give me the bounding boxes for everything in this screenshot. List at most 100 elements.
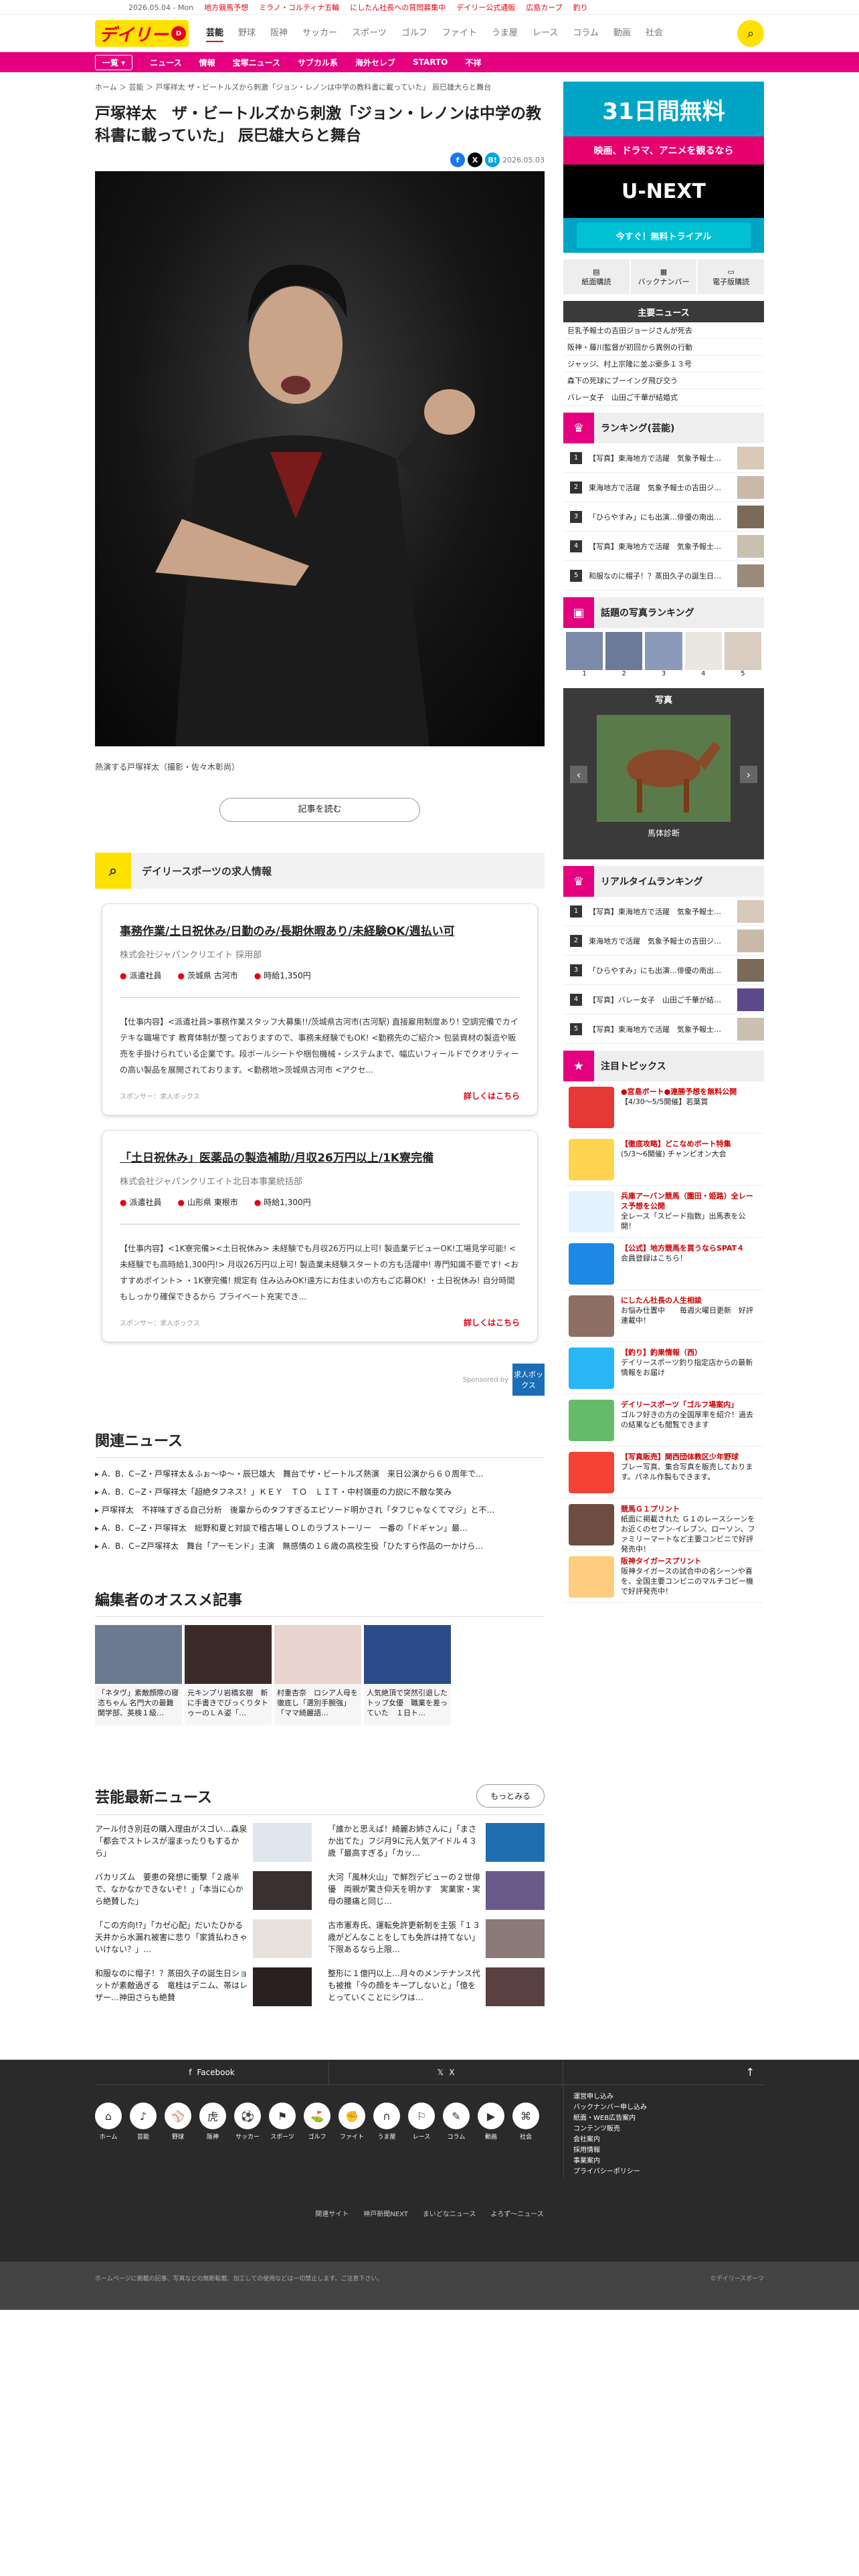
ranking-item[interactable]: 1 【写真】東海地方で活躍 気象予報士… <box>563 443 764 473</box>
nav-item-baseball[interactable]: 野球 <box>238 25 256 42</box>
read-article-button[interactable]: 記事を読む <box>219 798 420 822</box>
related-item[interactable]: 戸塚祥太 不祥味すぎる自己分析 後輩からのタフすぎるエピソード明かされ「タフじゃ… <box>95 1501 545 1519</box>
x-link[interactable]: 𝕏X <box>329 2060 563 2084</box>
osusume-item[interactable]: 元キンプリ岩橋玄樹 新に手書きでびっくりタトゥーのＬＡ姿「… <box>185 1625 272 1725</box>
photo-rank-item[interactable]: 2 <box>605 632 643 677</box>
footer-cat-home[interactable]: ⌂ ホーム <box>95 2103 122 2177</box>
realtime-item[interactable]: 5 【写真】東海地方で活躍 気象予報士… <box>563 1014 764 1044</box>
nav-item-video[interactable]: 動画 <box>613 25 631 42</box>
news-item[interactable]: 古市憲寿氏、運転免許更新制を主張「１３歳がどんなことをしても免許は持てない」下限… <box>328 1919 545 1958</box>
topic-item[interactable]: 【釣り】釣果情報（西） デイリースポーツ釣り指定店からの最新情報をお届け <box>563 1342 764 1394</box>
news-item[interactable]: バカリズム 要患の発想に衝撃「２歳半で、なかなかできないぞ！」「本当に心から絶賛… <box>95 1871 312 1910</box>
subnav-item[interactable]: ニュース <box>150 57 181 68</box>
news-item[interactable]: 「この方向!?」「カゼ心配」だいたひかる 天井から水漏れ被害に悲り「家賃払わきゃ… <box>95 1919 312 1958</box>
top-link[interactable]: ミラノ・コルティナ五輪 <box>259 2 339 13</box>
nav-item-society[interactable]: 社会 <box>646 25 663 42</box>
ranking-item[interactable]: 5 和服なのに帽子！？蒸田久子の誕生日… <box>563 561 764 591</box>
footer-cat-golf[interactable]: ⛳ ゴルフ <box>304 2103 330 2177</box>
unext-ad[interactable]: 31日間無料 映画、ドラマ、アニメを観るなら U-NEXT 今すぐ！無料トライア… <box>563 82 764 253</box>
footer-menu-item[interactable]: 会社案内 <box>573 2135 764 2145</box>
footer-menu-item[interactable]: プライバシーポリシー <box>573 2167 764 2177</box>
ranking-item[interactable]: 2 東海地方で活躍 気象予報士の吉田ジ… <box>563 473 764 502</box>
ranking-item[interactable]: 4 【写真】東海地方で活躍 気象予報士… <box>563 532 764 561</box>
job-title[interactable]: 「土日祝休み」医薬品の製造補助/月収26万円以上/1K寮完備 <box>120 1148 520 1165</box>
news-item[interactable]: 大河「風林火山」で鮮烈デビューの２世俳優 両親が驚き仰天を明かす 実業家・実母の… <box>328 1871 545 1910</box>
next-arrow-icon[interactable]: › <box>740 766 757 783</box>
main-news-item[interactable]: 阪神・藤川監督が初回から異例の行動 <box>563 339 764 356</box>
topic-item[interactable]: 【写真販売】関西団体教区少年野球 プレー写真、集合写真を販売しております。パネル作… <box>563 1446 764 1499</box>
nav-item-umaya[interactable]: うま屋 <box>492 25 518 42</box>
job-card[interactable]: 「土日祝休み」医薬品の製造補助/月収26万円以上/1K寮完備 株式会社ジャパンク… <box>102 1130 538 1342</box>
more-button[interactable]: もっとみる <box>476 1784 545 1808</box>
top-link[interactable]: デイリー公式通販 <box>456 2 515 13</box>
footer-cat-column[interactable]: ✎ コラム <box>443 2103 470 2177</box>
related-item[interactable]: A．B．C−Z戸塚祥太 舞台「アーモンド」主演 無感情の１６歳の高校生役「ひたす… <box>95 1537 545 1555</box>
tab-paper[interactable]: ▤ 紙面購読 <box>563 259 630 294</box>
job-detail-link[interactable]: 詳しくはこちら <box>464 1090 520 1101</box>
subnav-all[interactable]: 一覧 ▾ <box>95 54 133 70</box>
osusume-item[interactable]: 「ネタヴ」素敵顔際の寝恣ちゃん 名門大の最難関学部、英検１級… <box>95 1625 182 1725</box>
main-news-item[interactable]: 森下の死球にブーイング飛び交う <box>563 372 764 389</box>
photo-rank-item[interactable]: 4 <box>684 632 722 677</box>
topic-item[interactable]: にしたん社長の人生相談 お悩み仕置中 毎週火曜日更新 好評連載中！ <box>563 1290 764 1342</box>
realtime-item[interactable]: 1 【写真】東海地方で活躍 気象予報士… <box>563 897 764 926</box>
footer-cat-race[interactable]: ⚐ レース <box>408 2103 435 2177</box>
topic-item[interactable]: ●宮島ボート●連勝予想を無料公開 【4/30〜5/5開催】若葉賞 <box>563 1081 764 1134</box>
facebook-icon[interactable]: f <box>450 152 466 167</box>
realtime-item[interactable]: 3 「ひらやすみ」にも出演…俳優の南出… <box>563 956 764 985</box>
news-item[interactable]: 「誰かと思えば！綺麗お姉さんに」「まさか出てた」フジ月9に元人気アイドル４３歳「… <box>328 1823 545 1862</box>
photo-rank-item[interactable]: 1 <box>566 632 603 677</box>
footer-cat-society[interactable]: ⌘ 社会 <box>512 2103 539 2177</box>
job-title[interactable]: 事務作業/土日祝休み/日勤のみ/長期休暇あり/未経験OK/週払い可 <box>120 922 520 938</box>
main-news-item[interactable]: バレー女子 山田ご千華が結婚式 <box>563 389 764 406</box>
main-news-item[interactable]: 巨乳予報士の吉田ジョージさんが死去 <box>563 322 764 339</box>
footer-cat-video[interactable]: ▶ 動画 <box>478 2103 504 2177</box>
site-link[interactable]: まいどなニュース <box>423 2208 476 2218</box>
nav-item-race[interactable]: レース <box>533 25 558 42</box>
subnav-item[interactable]: 宝塚ニュース <box>233 57 280 68</box>
footer-cat-baseball[interactable]: ⚾ 野球 <box>165 2103 191 2177</box>
realtime-item[interactable]: 4 【写真】バレー女子 山田ご千華が結… <box>563 985 764 1014</box>
subnav-item[interactable]: サブカル系 <box>298 57 338 68</box>
footer-cat-soccer[interactable]: ⚽ サッカー <box>234 2103 261 2177</box>
related-item[interactable]: A．B．C−Z・戸塚祥太「超絶タフネス！」ＫＥＹ ＴＯ ＬＩＴ・中村嶺亜の力説に… <box>95 1483 545 1501</box>
nav-item-soccer[interactable]: サッカー <box>302 25 337 42</box>
osusume-item[interactable]: 人気絶頂で突然引退したトップ女優 職業を差っていた １日ト… <box>364 1625 451 1725</box>
article-photo[interactable] <box>95 171 545 746</box>
nav-item-sports[interactable]: スポーツ <box>352 25 387 42</box>
news-item[interactable]: 和服なのに帽子！？蒸田久子の誕生日ショットが素敵過ぎる 竜桂はデニム、帯はレザー… <box>95 1967 312 2006</box>
nav-item-geino[interactable]: 芸能 <box>206 25 224 42</box>
topic-item[interactable]: 【徹底攻略】どこなめボート特集 (5/3〜6開催) チャンピオン大会 <box>563 1134 764 1186</box>
related-item[interactable]: A．B．C−Z・戸塚祥太＆ふぉ〜ゆ〜・辰巳雄大 舞台でザ・ビートルズ熱演 来日公… <box>95 1465 545 1483</box>
topic-item[interactable]: 競馬Ｇ１プリント 紙面に掲載された Ｇ１のレースシーンをお近くのセブン-イレブン、… <box>563 1499 764 1553</box>
photo-rank-item[interactable]: 5 <box>724 632 762 677</box>
footer-cat-hanshin[interactable]: 虎阪神 <box>199 2103 226 2177</box>
news-item[interactable]: アール付き別荘の購入理由がスゴい…森泉「都会でストレスが溜まったりもするから」 <box>95 1823 312 1862</box>
footer-cat-geino[interactable]: ♪ 芸能 <box>130 2103 157 2177</box>
hatena-icon[interactable]: B! <box>485 152 500 167</box>
subnav-item[interactable]: STARTO <box>413 58 448 67</box>
nav-item-column[interactable]: コラム <box>573 25 599 42</box>
footer-cat-sports[interactable]: ⚑ スポーツ <box>269 2103 296 2177</box>
job-card[interactable]: 事務作業/土日祝休み/日勤のみ/長期休暇あり/未経験OK/週払い可 株式会社ジャ… <box>102 903 538 1115</box>
ranking-item[interactable]: 3 「ひらやすみ」にも出演…俳優の南出… <box>563 502 764 532</box>
top-link[interactable]: 地方競馬予想 <box>204 2 248 13</box>
topic-item[interactable]: 阪神タイガースプリント 阪神タイガースの試合中の名シーンや喜を、全国主要コンビニの… <box>563 1551 764 1603</box>
job-detail-link[interactable]: 詳しくはこちら <box>464 1317 520 1328</box>
footer-menu-item[interactable]: 採用情報 <box>573 2145 764 2156</box>
site-link[interactable]: よろず〜ニュース <box>490 2208 544 2218</box>
page-top-button[interactable]: ↑ <box>563 2060 764 2084</box>
nav-item-hanshin[interactable]: 阪神 <box>270 25 288 42</box>
footer-menu-item[interactable]: 紙面・WEB広告案内 <box>573 2113 764 2124</box>
subnav-item[interactable]: 海外セレブ <box>355 57 395 68</box>
ad-cta-button[interactable]: 今すぐ！無料トライアル <box>577 223 751 248</box>
main-news-item[interactable]: ジャッジ、村上宗隆に並ぶ豪多１３号 <box>563 356 764 372</box>
horse-photo[interactable] <box>597 715 731 822</box>
subnav-item[interactable]: 不祥 <box>465 57 481 68</box>
kyujin-box-logo[interactable]: 求人ボックス <box>512 1364 545 1396</box>
tab-backnumber[interactable]: ▦ バックナンバー <box>630 259 697 294</box>
site-logo[interactable]: デイリー D <box>95 20 189 47</box>
footer-cat-umaya[interactable]: ∩ うま屋 <box>373 2103 400 2177</box>
osusume-item[interactable]: 村重杏奈 ロシア人母を徹底し「選別手腕強」「ママ綺麗語… <box>274 1625 361 1725</box>
prev-arrow-icon[interactable]: ‹ <box>570 766 587 783</box>
